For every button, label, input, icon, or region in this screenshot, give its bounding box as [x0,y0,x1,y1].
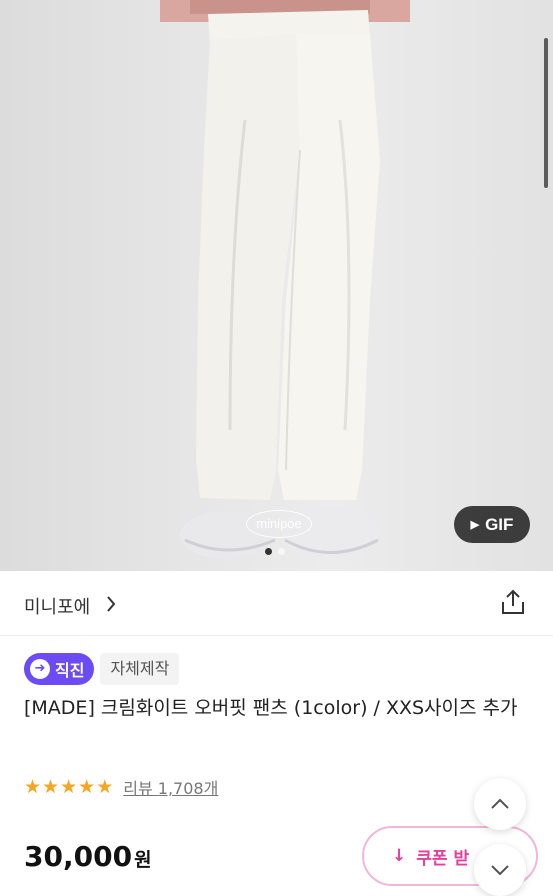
product-image[interactable]: minipoe ▶ GIF [0,0,553,571]
carousel-indicator[interactable] [265,548,285,555]
download-icon: ↓ [392,846,407,866]
brand-watermark: minipoe [246,510,312,538]
product-photo [160,0,410,559]
star-icon: ★ [42,776,60,798]
scroll-up-button[interactable] [474,778,526,830]
carousel-dot-2[interactable] [278,548,285,555]
star-icon: ★ [24,776,42,798]
arrow-icon: ➜ [30,659,50,679]
badge-row: ➜ 직진 자체제작 [24,653,180,685]
carousel-dot-1[interactable] [265,548,272,555]
scroll-down-button[interactable] [474,844,526,896]
product-title: [MADE] 크림화이트 오버핏 팬츠 (1color) / XXS사이즈 추가 [24,697,518,719]
store-row[interactable]: 미니포에 [0,571,553,636]
chevron-down-icon [491,865,509,876]
chevron-up-icon [491,798,509,809]
chevron-right-icon [104,593,118,619]
own-made-badge: 자체제작 [100,653,180,685]
gif-play-button[interactable]: ▶ GIF [454,506,530,543]
play-icon: ▶ [470,519,480,531]
rating-row[interactable]: ★ ★ ★ ★ ★ 리뷰 1,708개 [24,775,218,799]
price-amount: 30,000 [24,840,133,873]
direct-badge: ➜ 직진 [24,653,95,685]
star-icon: ★ [96,776,114,798]
share-icon[interactable] [500,588,526,620]
star-icon: ★ [78,776,96,798]
star-icon: ★ [60,776,78,798]
gif-label: GIF [485,514,514,534]
coupon-label: 쿠폰 받 [416,848,470,869]
review-count-link[interactable]: 리뷰 1,708개 [123,775,218,799]
store-name[interactable]: 미니포에 [24,593,90,619]
direct-badge-label: 직진 [55,661,85,680]
price-unit: 원 [134,849,152,871]
price: 30,000 원 [24,840,152,873]
image-scrollbar[interactable] [544,38,548,188]
